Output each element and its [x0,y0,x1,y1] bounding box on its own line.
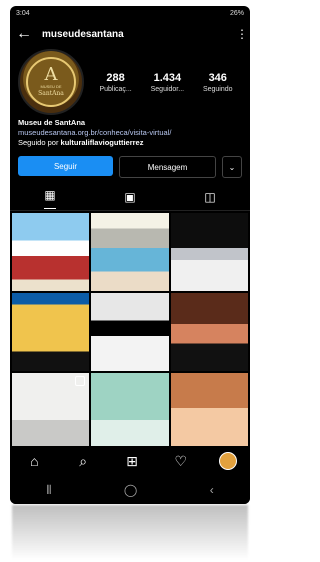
profile-header: A MUSEU DE SantAna 288 Publicaç... 1.434… [10,48,250,116]
status-battery: 26% [229,9,244,17]
profile-display-name: Museu de SantAna [18,118,86,127]
status-time: 3:04 [16,9,30,17]
search-icon[interactable]: ⌕ [72,453,94,470]
follow-button[interactable]: Seguir [18,156,113,176]
stat-following-label: Seguindo [202,85,233,93]
stat-followers-label: Seguidor... [150,85,185,93]
suggestions-dropdown-button[interactable]: ⌄ [222,156,242,178]
stat-following[interactable]: 346 Seguindo [203,72,233,93]
heart-icon[interactable]: ♡ [170,453,192,470]
reel-indicator-icon [75,376,86,386]
add-post-icon[interactable]: ⊞ [121,453,143,470]
followed-by: Seguido por kulturaliflavioguttierrez [18,138,242,148]
more-options-button[interactable]: ⋮ [236,27,248,41]
status-right: 26% [230,10,244,17]
chevron-down-icon: ⌄ [228,162,236,172]
post-4[interactable] [12,293,90,371]
tagged-tab[interactable]: ◫ [204,188,215,206]
tagged-icon: ◫ [204,190,216,204]
followed-by-prefix: Seguido por [18,138,61,147]
recent-apps-icon[interactable]: ⦀ [46,483,51,498]
profile-stats: 288 Publicaç... 1.434 Seguidor... 346 Se… [90,72,242,93]
post-9[interactable] [170,373,248,451]
top-bar: ← museudesantana ⋮ [10,20,250,48]
profile-actions: Seguir Mensagem ⌄ [10,150,250,184]
arrow-left-icon: ← [16,25,32,42]
back-chevron-icon[interactable]: ‹ [210,483,214,497]
kebab-icon: ⋮ [236,27,248,41]
phone-screen: 3:04 26% ← museudesantana ⋮ A MUSEU DE S… [10,6,250,504]
stat-posts[interactable]: 288 Publicaç... [99,72,131,93]
post-5[interactable] [91,293,169,371]
post-1[interactable] [12,213,90,291]
stat-followers-value: 1.434 [153,71,182,84]
avatar-name: SantAna [38,90,64,97]
avatar-logo: A MUSEU DE SantAna [26,57,76,107]
posts-grid-tab[interactable]: ▦ [44,186,56,209]
home-icon[interactable]: ⌂ [23,453,45,469]
bottom-navigation: ⌂ ⌕ ⊞ ♡ [10,446,250,476]
screen-reflection [12,505,248,560]
back-button[interactable]: ← [16,25,34,43]
post-8[interactable] [91,373,169,451]
profile-avatar-icon[interactable] [218,452,237,470]
post-6[interactable] [170,293,248,371]
profile-avatar[interactable]: A MUSEU DE SantAna [18,49,84,115]
profile-bio: Museu de SantAna museudesantana.org.br/c… [10,116,250,150]
profile-username: museudesantana [42,28,124,40]
message-button[interactable]: Mensagem [119,156,216,178]
avatar-monogram: A [44,64,58,85]
posts-grid [10,211,250,453]
stat-posts-label: Publicaç... [99,85,132,93]
system-navigation: ⦀ ◯ ‹ [10,476,250,504]
post-3[interactable] [170,213,248,291]
grid-icon: ▦ [44,187,56,202]
stat-following-value: 346 [208,71,227,84]
reels-icon: ▣ [124,190,136,204]
home-circle-icon[interactable]: ◯ [124,483,137,497]
profile-tabs: ▦ ▣ ◫ [10,184,250,211]
followed-by-user[interactable]: kulturaliflavioguttierrez [61,138,144,147]
status-bar: 3:04 26% [10,6,250,20]
post-2[interactable] [91,213,169,291]
post-7[interactable] [12,373,90,451]
stat-followers[interactable]: 1.434 Seguidor... [151,72,184,93]
reels-tab[interactable]: ▣ [124,188,135,206]
profile-link[interactable]: museudesantana.org.br/conheca/visita-vir… [18,128,242,138]
stat-posts-value: 288 [106,71,125,84]
